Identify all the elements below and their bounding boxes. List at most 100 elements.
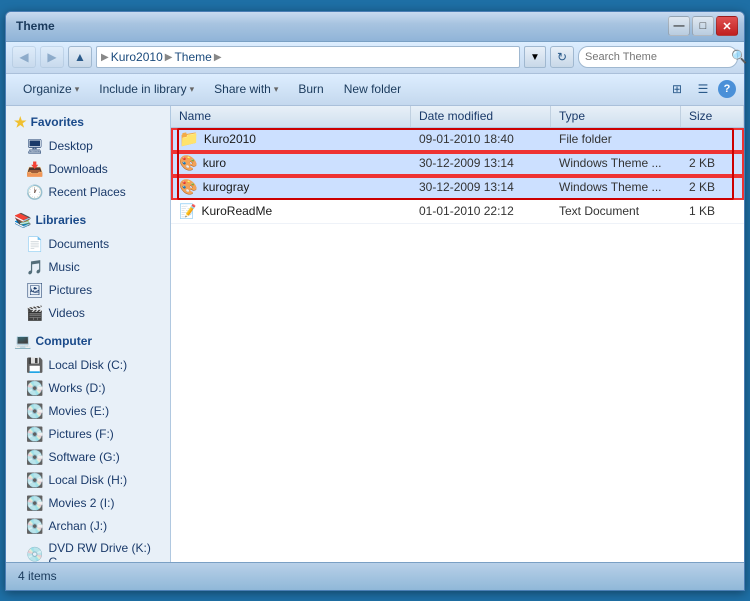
pictures-f-icon: 💽: [26, 426, 43, 443]
sidebar-item-dvdrw-k[interactable]: 💿 DVD RW Drive (K:) C: [6, 538, 170, 562]
up-button[interactable]: ▲: [68, 46, 92, 68]
file-type-kuro2010: File folder: [551, 132, 681, 146]
file-date-kuroreadme: 01-01-2010 22:12: [411, 204, 551, 218]
help-button[interactable]: ?: [718, 80, 736, 98]
include-library-button[interactable]: Include in library ▾: [90, 77, 203, 101]
share-with-button[interactable]: Share with ▾: [205, 77, 287, 101]
main-content: ★ Favorites 🖥 Desktop 📥 Downloads 🕐 Rece…: [6, 106, 744, 562]
file-type-kuro: Windows Theme ...: [551, 156, 681, 170]
pictures-icon: 🖼: [26, 282, 44, 299]
recent-icon: 🕐: [26, 184, 43, 201]
sidebar-item-local-c[interactable]: 💾 Local Disk (C:): [6, 354, 170, 377]
sidebar-item-downloads[interactable]: 📥 Downloads: [6, 158, 170, 181]
file-size-kuro: 2 KB: [681, 156, 744, 170]
selected-files-group: 📁 Kuro2010 09-01-2010 18:40 File folder …: [171, 128, 744, 200]
file-name-kuroreadme: 📝 KuroReadMe: [171, 203, 411, 220]
search-input[interactable]: [585, 51, 727, 63]
txt-icon-kuroreadme: 📝: [179, 203, 196, 220]
file-size-kurogray: 2 KB: [681, 180, 744, 194]
library-chevron: ▾: [190, 84, 195, 95]
sidebar-item-archan-j[interactable]: 💽 Archan (J:): [6, 515, 170, 538]
movies-e-label: Movies (E:): [48, 404, 109, 418]
breadcrumb-arrow-left[interactable]: ▶: [101, 52, 109, 63]
status-item-count: 4 items: [18, 569, 57, 583]
libraries-label: Libraries: [35, 213, 86, 227]
back-button[interactable]: ◀: [12, 46, 36, 68]
organize-chevron: ▾: [75, 84, 80, 95]
file-name-kuro: 🎨 kuro: [171, 154, 411, 172]
computer-section: 💻 Computer 💾 Local Disk (C:) 💽 Works (D:…: [6, 329, 170, 562]
archan-j-label: Archan (J:): [48, 519, 107, 533]
file-row-kurogray[interactable]: 🎨 kurogray 30-12-2009 13:14 Windows Them…: [171, 176, 744, 200]
sidebar: ★ Favorites 🖥 Desktop 📥 Downloads 🕐 Rece…: [6, 106, 171, 562]
pictures-label: Pictures: [49, 283, 92, 297]
col-header-type[interactable]: Type: [551, 106, 681, 127]
file-date-kurogray: 30-12-2009 13:14: [411, 180, 551, 194]
music-icon: 🎵: [26, 259, 43, 276]
software-g-icon: 💽: [26, 449, 43, 466]
folder-icon-kuro2010: 📁: [179, 129, 199, 149]
col-header-size[interactable]: Size: [681, 106, 744, 127]
explorer-window: Theme — □ ✕ ◀ ▶ ▲ ▶ Kuro2010 ▶ Theme ▶ ▼…: [5, 11, 745, 591]
view-options-button[interactable]: ⊞: [666, 78, 688, 100]
refresh-button[interactable]: ↻: [550, 46, 574, 68]
new-folder-button[interactable]: New folder: [335, 77, 410, 101]
movies-e-icon: 💽: [26, 403, 43, 420]
breadcrumb-theme[interactable]: Theme: [174, 50, 211, 64]
toolbar-right: ⊞ ☰ ?: [666, 78, 736, 100]
sidebar-item-software-g[interactable]: 💽 Software (G:): [6, 446, 170, 469]
col-header-date[interactable]: Date modified: [411, 106, 551, 127]
search-icon[interactable]: 🔍: [731, 49, 747, 65]
libraries-icon: 📚: [14, 212, 31, 229]
libraries-header[interactable]: 📚 Libraries: [6, 208, 170, 233]
pictures-f-label: Pictures (F:): [48, 427, 113, 441]
favorites-header[interactable]: ★ Favorites: [6, 110, 170, 135]
works-d-label: Works (D:): [48, 381, 105, 395]
sidebar-item-works-d[interactable]: 💽 Works (D:): [6, 377, 170, 400]
minimize-button[interactable]: —: [668, 16, 690, 36]
sidebar-item-music[interactable]: 🎵 Music: [6, 256, 170, 279]
videos-icon: 🎬: [26, 305, 43, 322]
title-bar: Theme — □ ✕: [6, 12, 744, 42]
dvdrw-k-label: DVD RW Drive (K:) C: [48, 541, 162, 562]
music-label: Music: [48, 260, 79, 274]
breadcrumb-bar: ▶ Kuro2010 ▶ Theme ▶: [96, 46, 520, 68]
sidebar-item-movies2-i[interactable]: 💽 Movies 2 (I:): [6, 492, 170, 515]
works-d-icon: 💽: [26, 380, 43, 397]
forward-button[interactable]: ▶: [40, 46, 64, 68]
sidebar-item-videos[interactable]: 🎬 Videos: [6, 302, 170, 325]
sidebar-item-pictures[interactable]: 🖼 Pictures: [6, 279, 170, 302]
address-dropdown[interactable]: ▼: [524, 46, 546, 68]
dvdrw-k-icon: 💿: [26, 546, 43, 562]
close-button[interactable]: ✕: [716, 16, 738, 36]
breadcrumb-kuro2010[interactable]: Kuro2010: [111, 50, 163, 64]
archan-j-icon: 💽: [26, 518, 43, 535]
file-date-kuro2010: 09-01-2010 18:40: [411, 132, 551, 146]
share-label: Share with: [214, 82, 271, 96]
sidebar-item-recent[interactable]: 🕐 Recent Places: [6, 181, 170, 204]
sidebar-item-pictures-f[interactable]: 💽 Pictures (F:): [6, 423, 170, 446]
organize-button[interactable]: Organize ▾: [14, 77, 88, 101]
file-row-kuroreadme[interactable]: 📝 KuroReadMe 01-01-2010 22:12 Text Docum…: [171, 200, 744, 224]
share-chevron: ▾: [274, 84, 279, 95]
burn-button[interactable]: Burn: [289, 77, 332, 101]
movies2-i-label: Movies 2 (I:): [48, 496, 114, 510]
breadcrumb-sep-1: ▶: [165, 52, 173, 63]
favorites-label: Favorites: [31, 115, 84, 129]
search-bar: 🔍: [578, 46, 738, 68]
maximize-button[interactable]: □: [692, 16, 714, 36]
view-toggle-button[interactable]: ☰: [692, 78, 714, 100]
col-header-name[interactable]: Name: [171, 106, 411, 127]
file-row-kuro[interactable]: 🎨 kuro 30-12-2009 13:14 Windows Theme ..…: [171, 152, 744, 176]
sidebar-item-movies-e[interactable]: 💽 Movies (E:): [6, 400, 170, 423]
sidebar-item-desktop[interactable]: 🖥 Desktop: [6, 135, 170, 158]
sidebar-item-local-h[interactable]: 💽 Local Disk (H:): [6, 469, 170, 492]
file-date-kuro: 30-12-2009 13:14: [411, 156, 551, 170]
file-type-kuroreadme: Text Document: [551, 204, 681, 218]
window-controls: — □ ✕: [668, 16, 738, 36]
sidebar-item-documents[interactable]: 📄 Documents: [6, 233, 170, 256]
file-row-kuro2010[interactable]: 📁 Kuro2010 09-01-2010 18:40 File folder: [171, 128, 744, 152]
library-label: Include in library: [99, 82, 186, 96]
file-name-kuro2010: 📁 Kuro2010: [171, 129, 411, 149]
computer-header[interactable]: 💻 Computer: [6, 329, 170, 354]
